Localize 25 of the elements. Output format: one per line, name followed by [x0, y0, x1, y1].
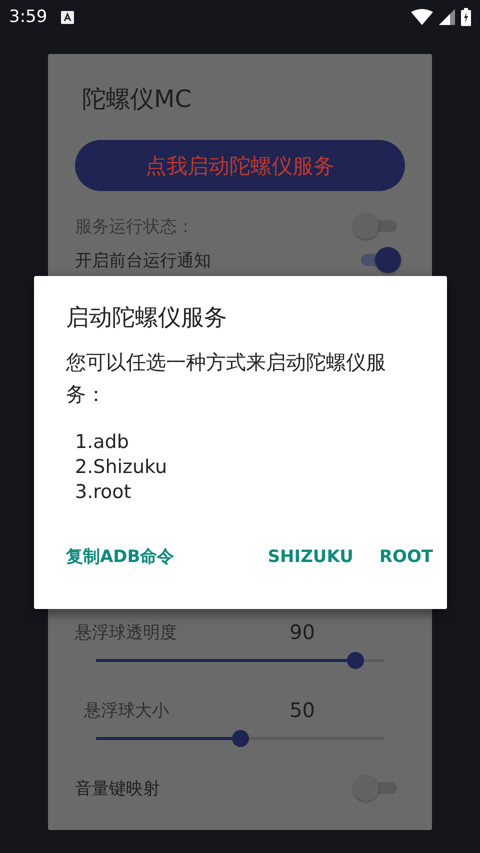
setting-label: 音量键映射: [75, 778, 160, 800]
dialog-title: 启动陀螺仪服务: [66, 304, 228, 333]
start-service-button[interactable]: 点我启动陀螺仪服务: [75, 140, 405, 191]
wifi-icon: [411, 9, 433, 25]
dialog-button[interactable]: SHIZUKU: [268, 542, 354, 570]
option-text: 2.Shizuku: [75, 455, 168, 480]
slider-track[interactable]: [96, 730, 384, 747]
slider-track[interactable]: [96, 652, 384, 669]
slider-thumb[interactable]: [232, 730, 249, 747]
setting-label: 悬浮球透明度: [75, 622, 177, 644]
slider-thumb[interactable]: [347, 652, 364, 669]
setting-label: 悬浮球大小: [84, 700, 169, 722]
option-text: 1.adb: [75, 430, 130, 455]
signal-icon: [439, 9, 455, 25]
keyboard-icon: [61, 10, 74, 24]
status-time: 3:59: [9, 7, 48, 27]
battery-icon: [461, 8, 471, 26]
option-text: 3.root: [75, 480, 132, 505]
dialog-button[interactable]: 复制ADB命令: [66, 541, 174, 572]
app-title: 陀螺仪MC: [82, 84, 192, 115]
dialog-button[interactable]: ROOT: [379, 542, 433, 570]
slider-value: 50: [290, 698, 315, 722]
setting-label: 开启前台运行通知: [75, 250, 211, 272]
slider-value: 90: [290, 620, 315, 644]
dialog-message: 您可以任选一种方式来启动陀螺仪服务：: [66, 349, 387, 408]
